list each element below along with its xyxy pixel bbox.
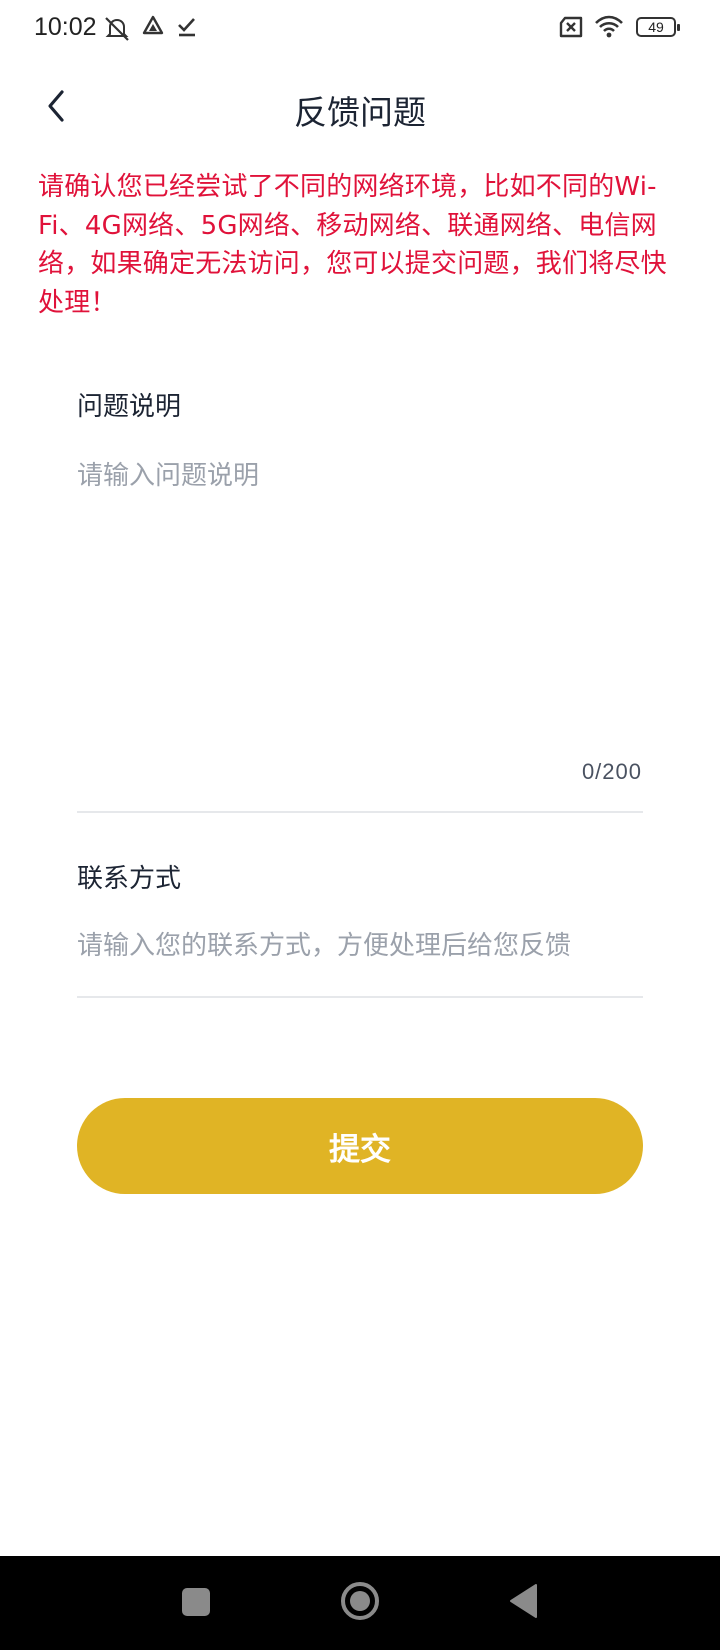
download-done-icon bbox=[178, 18, 195, 37]
recent-apps-icon[interactable] bbox=[182, 1588, 210, 1616]
contact-placeholder: 请输入您的联系方式，方便处理后给您反馈 bbox=[77, 931, 572, 961]
home-icon[interactable] bbox=[340, 1581, 380, 1621]
description-label: 问题说明 bbox=[77, 392, 182, 422]
navigation-bar bbox=[0, 1556, 720, 1650]
status-time: 10:02 bbox=[34, 13, 97, 41]
contact-input[interactable]: 请输入您的联系方式，方便处理后给您反馈 bbox=[77, 925, 642, 969]
submit-button[interactable]: 提交 bbox=[77, 1098, 643, 1194]
notifications-muted-icon bbox=[105, 17, 129, 41]
divider bbox=[77, 996, 643, 998]
back-triangle-icon[interactable] bbox=[508, 1583, 538, 1619]
divider bbox=[77, 811, 643, 813]
battery-icon: 49 bbox=[636, 17, 680, 37]
header: 反馈问题 bbox=[0, 72, 720, 144]
contact-label: 联系方式 bbox=[77, 864, 182, 894]
character-counter: 0/200 bbox=[581, 759, 642, 784]
description-input[interactable]: 请输入问题说明 0/200 bbox=[77, 455, 642, 785]
warning-notice: 请确认您已经尝试了不同的网络环境，比如不同的Wi-Fi、4G网络、5G网络、移动… bbox=[38, 172, 667, 318]
status-bar: 10:02 49 bbox=[0, 0, 720, 56]
drive-icon bbox=[142, 15, 164, 35]
description-placeholder: 请输入问题说明 bbox=[77, 461, 260, 491]
submit-button-label: 提交 bbox=[329, 1131, 391, 1168]
no-sim-icon bbox=[559, 16, 583, 38]
wifi-icon bbox=[595, 15, 623, 38]
page-title: 反馈问题 bbox=[294, 93, 426, 132]
